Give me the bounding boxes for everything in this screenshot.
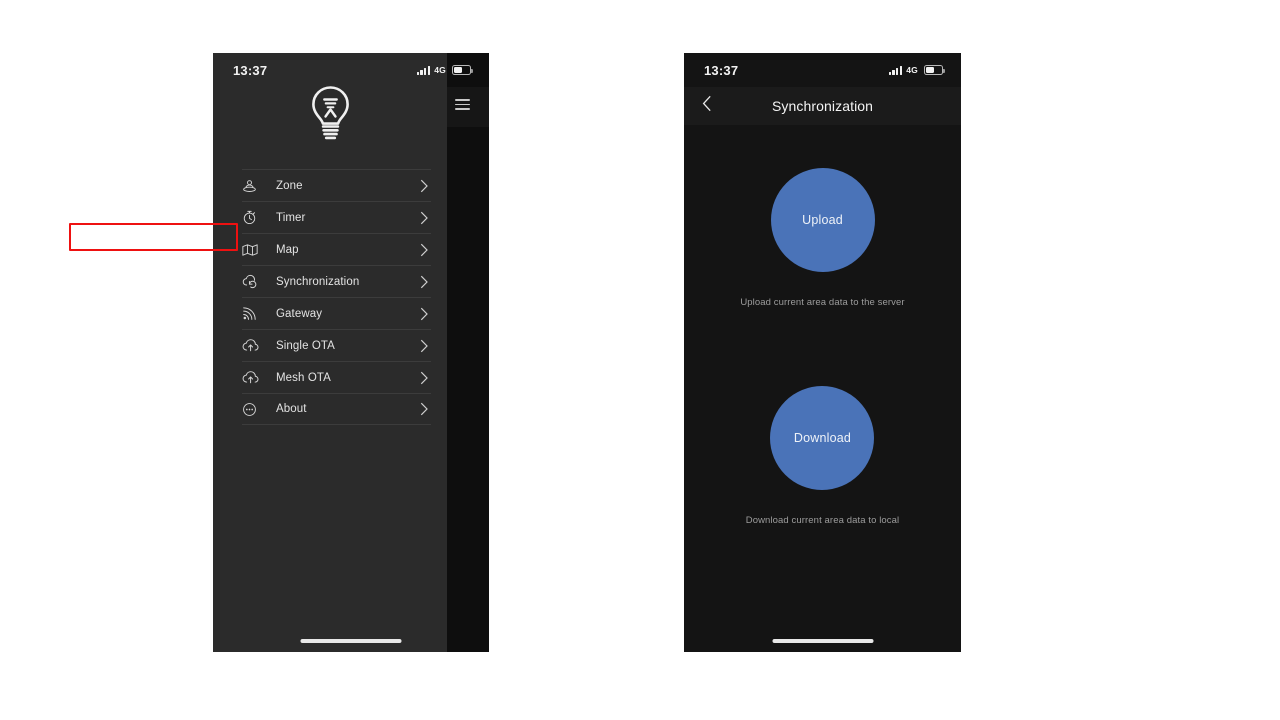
chevron-right-icon [411,339,431,353]
upload-button[interactable]: Upload [770,168,875,272]
chevron-right-icon [411,211,431,225]
menu-item-timer[interactable]: Timer [242,201,431,233]
chevron-right-icon [411,275,431,289]
status-indicators: 4G [416,65,473,75]
phone-left-drawer-screen: All lamps ID0101 ID0002 [213,53,489,652]
upload-caption: Upload current area data to the server [740,297,905,308]
navigation-drawer: Zone Timer Map Synchronization Gateway S… [213,53,447,652]
battery-icon [452,65,473,75]
cloud-upload-icon [242,370,276,385]
timer-icon [242,210,276,225]
drawer-menu-list: Zone Timer Map Synchronization Gateway S… [242,169,431,425]
menu-item-label: Zone [276,179,303,192]
download-button-label: Download [793,431,852,445]
menu-item-label: Timer [276,211,306,224]
upload-action-block: Upload Upload current area data to the s… [740,168,905,308]
network-type-label: 4G [906,65,918,75]
chevron-right-icon [411,243,431,257]
status-time: 13:37 [233,62,268,78]
battery-icon [924,65,945,75]
sync-cloud-icon [242,274,276,290]
chevron-right-icon [411,307,431,321]
lightbulb-wifi-logo [311,86,349,140]
chevron-left-icon [702,95,712,117]
cloud-upload-icon [242,338,276,353]
upload-button-label: Upload [802,213,843,227]
about-dots-icon [242,402,276,417]
page-title: Synchronization [771,98,874,114]
menu-item-mesh-ota[interactable]: Mesh OTA [242,361,431,393]
download-caption: Download current area data to local [745,515,900,526]
menu-item-label: Gateway [276,307,323,320]
menu-item-map[interactable]: Map [242,233,431,265]
chevron-right-icon [411,179,431,193]
menu-item-synchronization[interactable]: Synchronization [242,265,431,297]
network-type-label: 4G [434,65,446,75]
phone-right-synchronization-screen: 13:37 4G Synchronization Upload Upload c… [684,53,961,652]
screenshot-canvas: All lamps ID0101 ID0002 [0,0,1280,720]
menu-item-label: Mesh OTA [276,371,331,384]
menu-item-label: Synchronization [276,275,360,288]
zone-pin-icon [242,178,276,193]
map-icon [242,243,276,257]
menu-item-gateway[interactable]: Gateway [242,297,431,329]
gateway-wifi-icon [242,306,276,321]
menu-item-zone[interactable]: Zone [242,169,431,201]
signal-bars-icon [416,65,431,75]
app-logo [213,85,447,142]
menu-item-label: About [276,403,307,415]
status-bar: 13:37 4G [684,53,961,87]
navigation-header: Synchronization [684,87,961,125]
menu-item-single-ota[interactable]: Single OTA [242,329,431,361]
menu-item-label: Single OTA [276,339,335,352]
home-indicator [300,638,402,643]
status-indicators: 4G [888,65,945,75]
download-button[interactable]: Download [770,386,875,490]
home-indicator [772,638,873,643]
menu-item-label: Map [276,243,299,256]
chevron-right-icon [411,402,431,416]
signal-bars-icon [888,65,903,75]
download-action-block: Download Download current area data to l… [746,386,899,526]
hamburger-icon[interactable] [455,99,470,110]
back-button[interactable] [694,87,720,125]
menu-item-about[interactable]: About [242,393,431,425]
synchronization-body: Upload Upload current area data to the s… [684,125,961,652]
status-bar: 13:37 4G [213,53,489,87]
status-time: 13:37 [704,62,739,78]
chevron-right-icon [411,371,431,385]
